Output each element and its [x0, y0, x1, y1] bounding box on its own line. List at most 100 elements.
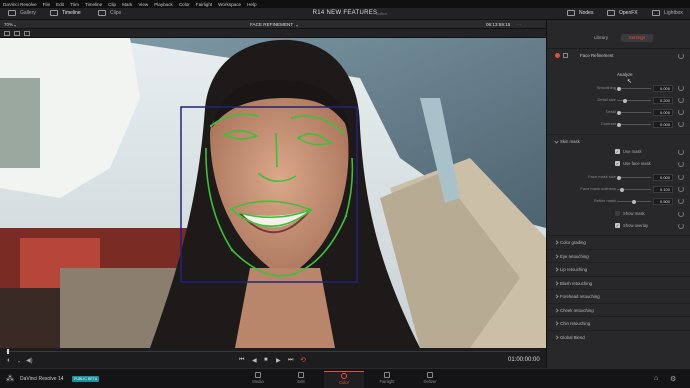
effect-enable-icon[interactable] [555, 53, 560, 58]
page-media[interactable]: Media [238, 371, 278, 388]
menu-playback[interactable]: Playback [154, 2, 173, 7]
effect-reset-icon[interactable] [678, 53, 684, 59]
panel-divider [547, 48, 690, 49]
section-cheek-retouching[interactable]: Cheek retouching [547, 303, 690, 316]
split-view-icon[interactable] [14, 31, 20, 36]
reset-icon[interactable] [678, 173, 684, 180]
reset-icon[interactable] [678, 160, 684, 167]
zoom-level[interactable]: 70% [4, 22, 13, 27]
section-skin-mask[interactable]: Skin mask [547, 134, 690, 147]
slider-knob[interactable] [617, 122, 621, 127]
slider-label: Contrast [600, 121, 616, 126]
reset-icon[interactable] [678, 148, 684, 155]
menu-color[interactable]: Color [179, 2, 190, 7]
nodes-button[interactable]: Nodes [567, 10, 593, 16]
volume-icon[interactable]: ◀) [26, 357, 33, 364]
show-mask-checkbox[interactable] [615, 211, 620, 216]
wipe-icon[interactable] [24, 31, 30, 36]
page-fairlight[interactable]: Fairlight [367, 371, 407, 388]
refine-mask-slider[interactable] [617, 199, 651, 204]
contrast-slider[interactable] [617, 122, 651, 127]
section-lip-retouching[interactable]: Lip retouching [547, 262, 690, 275]
reset-icon[interactable] [678, 120, 684, 127]
slider-knob[interactable] [617, 110, 621, 115]
detail-size-slider[interactable] [617, 98, 651, 103]
playhead[interactable] [7, 349, 9, 354]
jump-start-icon[interactable]: ⏮ [239, 357, 244, 364]
play-reverse-icon[interactable]: ◀ [252, 357, 257, 364]
reset-icon[interactable] [678, 185, 684, 192]
section-chin-retouching[interactable]: Chin retouching [547, 316, 690, 329]
detail-value[interactable]: 0.000 [653, 108, 673, 116]
grid-icon[interactable] [4, 31, 10, 36]
reset-icon[interactable] [678, 108, 684, 115]
reset-icon[interactable] [678, 210, 684, 217]
slider-knob[interactable] [617, 175, 621, 180]
reset-icon[interactable] [678, 222, 684, 229]
detail-slider[interactable] [617, 110, 651, 115]
viewer-options-icon[interactable]: ⋯ [517, 22, 521, 27]
menu-workspace[interactable]: Workspace [218, 2, 241, 7]
video-viewer[interactable] [0, 38, 546, 348]
section-global-blend[interactable]: Global Blend [547, 330, 690, 343]
effect-collapse-icon[interactable] [563, 53, 568, 58]
loop-icon[interactable]: ⟲ [300, 356, 306, 364]
contrast-value[interactable]: 0.000 [653, 120, 673, 128]
refine-mask-value[interactable]: 0.500 [653, 197, 673, 205]
openfx-button[interactable]: OpenFX [607, 10, 638, 16]
zoom-dropdown-icon[interactable]: ▾ [14, 23, 16, 28]
menu-fairlight[interactable]: Fairlight [196, 2, 212, 7]
slider-knob[interactable] [620, 187, 624, 192]
lightbox-button[interactable]: Lightbox [652, 10, 683, 16]
page-edit[interactable]: Edit [281, 371, 321, 388]
face-mask-size-value[interactable]: 0.000 [653, 173, 673, 181]
reset-icon[interactable] [678, 96, 684, 103]
timeline-button[interactable]: Timeline [50, 10, 81, 16]
page-color[interactable]: Color [324, 371, 364, 388]
slider-knob[interactable] [623, 98, 627, 103]
mode-dropdown-icon[interactable]: ▾ [18, 359, 20, 364]
reset-icon[interactable] [678, 84, 684, 91]
section-eye-retouching[interactable]: Eye retouching [547, 249, 690, 262]
menu-trim[interactable]: Trim [70, 2, 79, 7]
clips-button[interactable]: Clips [98, 10, 121, 16]
use-face-mask-checkbox[interactable]: ✓ [615, 161, 620, 166]
tab-library[interactable]: Library [587, 34, 615, 42]
section-blush-retouching[interactable]: Blush retouching [547, 276, 690, 289]
menu-mark[interactable]: Mark [122, 2, 132, 7]
stop-icon[interactable]: ■ [264, 357, 268, 363]
gallery-button[interactable]: Gallery [8, 10, 36, 16]
tab-settings[interactable]: Settings [621, 34, 653, 42]
menu-view[interactable]: View [138, 2, 148, 7]
settings-gear-icon[interactable]: ⚙ [670, 375, 676, 383]
slider-label: Face mask softness [580, 186, 616, 191]
section-forehead-retouching[interactable]: Forehead retouching [547, 289, 690, 302]
play-icon[interactable]: ▶ [276, 357, 281, 364]
menu-clip[interactable]: Clip [108, 2, 116, 7]
slider-knob[interactable] [632, 199, 636, 204]
smoothing-value[interactable]: 0.000 [653, 84, 673, 92]
jump-end-icon[interactable]: ⏭ [288, 357, 293, 364]
reset-icon[interactable] [678, 197, 684, 204]
detail-size-value[interactable]: 0.200 [653, 96, 673, 104]
page-deliver[interactable]: Deliver [410, 371, 450, 388]
viewer-mode-icon[interactable]: ◐ [7, 357, 11, 364]
menu-file[interactable]: File [43, 2, 50, 7]
menu-help[interactable]: Help [247, 2, 256, 7]
face-mask-softness-value[interactable]: 0.100 [653, 185, 673, 193]
menu-app[interactable]: DaVinci Resolve [3, 2, 37, 7]
smoothing-slider[interactable] [617, 86, 651, 91]
face-mask-softness-slider[interactable] [617, 187, 651, 192]
use-mask-checkbox[interactable]: ✓ [615, 149, 620, 154]
scrubber-track[interactable] [6, 351, 540, 352]
clip-dropdown-icon[interactable]: ▾ [296, 23, 298, 28]
slider-row-smoothing: Smoothing 0.000 [547, 83, 690, 93]
show-overlay-checkbox[interactable]: ✓ [615, 223, 620, 228]
analyze-button[interactable]: Analyze [617, 72, 633, 77]
face-mask-size-slider[interactable] [617, 175, 651, 180]
menu-timeline[interactable]: Timeline [85, 2, 102, 7]
home-icon[interactable]: ⌂ [654, 375, 658, 382]
slider-knob[interactable] [617, 86, 621, 91]
menu-edit[interactable]: Edit [56, 2, 64, 7]
section-color-grading[interactable]: Color grading [547, 235, 690, 248]
